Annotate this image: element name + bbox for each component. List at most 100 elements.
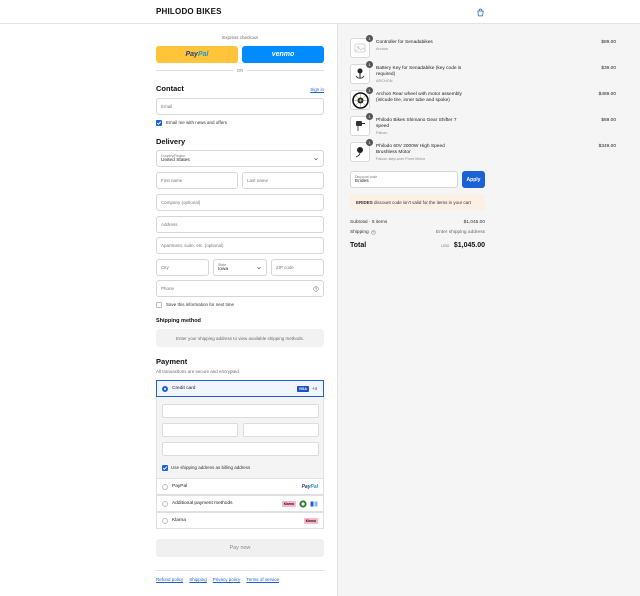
- help-circle-icon[interactable]: [313, 285, 319, 292]
- email-news-checkbox[interactable]: [156, 120, 162, 126]
- divider-line: [247, 70, 324, 71]
- shopping-bag-icon[interactable]: [474, 6, 486, 18]
- terms-of-service-link[interactable]: Terms of service: [246, 577, 279, 582]
- state-value: Iowa: [218, 267, 229, 272]
- refund-policy-link[interactable]: Refund policy: [156, 577, 183, 582]
- quantity-badge: 1: [366, 35, 373, 42]
- venmo-express-button[interactable]: venmo: [242, 46, 324, 63]
- quantity-badge: 1: [366, 61, 373, 68]
- paypal-express-button[interactable]: Pay Pal: [156, 46, 238, 63]
- first-name-field[interactable]: First name: [156, 172, 238, 189]
- klarna-radio[interactable]: [162, 517, 168, 524]
- product-name: Archon Rear wheel with motor assembly (i…: [376, 92, 476, 104]
- city-placeholder: City: [161, 265, 169, 270]
- product-variant: Falcon: [376, 131, 388, 136]
- discount-error-text: discount code isn't valid for the items …: [374, 199, 471, 205]
- company-placeholder: Company (optional): [161, 200, 201, 205]
- shipping-policy-link[interactable]: Shipping: [189, 577, 207, 582]
- additional-methods-radio[interactable]: [162, 500, 168, 507]
- product-title: Philodo 60V 2000W High Speed Brushless M…: [376, 144, 445, 156]
- total-value: $1,045.00: [453, 242, 485, 249]
- first-name-placeholder: First name: [161, 178, 183, 183]
- or-label: OR: [236, 68, 244, 73]
- total-currency: USD: [441, 243, 450, 248]
- credit-card-radio[interactable]: [162, 385, 168, 392]
- product-name: Battery Key for Senadabike (key code is …: [376, 66, 466, 85]
- klarna-logo: Klarna: [303, 517, 318, 524]
- contact-heading: Contact: [156, 84, 184, 93]
- company-field[interactable]: Company (optional): [156, 194, 324, 211]
- sign-in-link[interactable]: Sign in: [310, 87, 324, 92]
- site-header: PHILODO BIKES: [0, 0, 640, 24]
- country-value: United States: [161, 158, 190, 163]
- billing-same-checkbox[interactable]: [162, 465, 168, 471]
- shipping-value: Enter shipping address: [435, 230, 485, 235]
- discount-error-message: ERIDES discount code isn't valid for the…: [350, 194, 485, 210]
- express-checkout-label: Express checkout: [222, 35, 258, 40]
- motor-icon: [355, 147, 363, 158]
- quantity-badge: 1: [366, 139, 373, 146]
- paypal-logo-pal: Pal: [310, 483, 318, 490]
- pay-now-button[interactable]: Pay now: [156, 539, 324, 557]
- divider-line: [156, 70, 233, 71]
- total-row: Total USD $1,045.00: [350, 242, 485, 249]
- phone-field[interactable]: Phone: [156, 280, 324, 297]
- brand-logo[interactable]: PHILODO BIKES: [156, 7, 222, 16]
- chevron-down-icon: [257, 266, 261, 269]
- paypal-pal-text: Pal: [197, 51, 209, 58]
- shipping-label: Shipping: [350, 230, 369, 235]
- chevron-down-icon: [314, 157, 318, 160]
- save-info-checkbox[interactable]: [156, 302, 162, 308]
- gear-shifter-icon: [356, 121, 365, 131]
- total-label: Total: [350, 242, 367, 249]
- last-name-field[interactable]: Last name: [242, 172, 324, 189]
- paypal-option-label: PayPal: [172, 484, 188, 489]
- city-field[interactable]: City: [156, 259, 209, 276]
- email-placeholder: Email: [161, 104, 173, 109]
- apartment-field[interactable]: Apartment, suite, etc. (optional): [156, 237, 324, 254]
- cart-item: 1 Archon Rear wheel with motor assembly …: [350, 87, 616, 114]
- quantity-badge: 1: [366, 87, 373, 94]
- order-summary: 1 Controller for Senadabikes Archon $89.…: [337, 24, 640, 596]
- discount-code-field[interactable]: Discount code Erides: [350, 171, 458, 188]
- cart-item: 1 Philodo 60V 2000W High Speed Brushless…: [350, 139, 616, 166]
- email-field[interactable]: Email: [156, 98, 324, 115]
- zip-field[interactable]: ZIP code: [271, 259, 324, 276]
- subtotal-label: Subtotal · 5 items: [350, 220, 388, 225]
- card-number-field[interactable]: [162, 404, 319, 418]
- quantity-badge: 1: [366, 113, 373, 120]
- help-circle-icon[interactable]: [371, 230, 376, 235]
- credit-card-label: Credit card: [172, 386, 196, 391]
- battery-key-icon: [355, 68, 365, 79]
- additional-methods-option[interactable]: Additional payment methods Klarna: [156, 495, 324, 512]
- last-name-placeholder: Last name: [247, 178, 269, 183]
- subtotal-value: $1,045.00: [463, 220, 485, 225]
- card-cvv-field[interactable]: [243, 423, 319, 437]
- address-field[interactable]: Address: [156, 216, 324, 233]
- zip-placeholder: ZIP code: [276, 265, 294, 270]
- card-details-panel: Use shipping address as billing address: [156, 397, 324, 478]
- product-price: $89.00: [601, 40, 616, 45]
- cart-item: 1 Philodo Bikes Shimano Gear Shifter 7 s…: [350, 113, 616, 140]
- card-expiry-field[interactable]: [162, 423, 238, 437]
- paypal-pay-text: Pay: [185, 51, 198, 58]
- klarna-option[interactable]: Klarna Klarna: [156, 512, 324, 529]
- gift-card-icon: [299, 499, 307, 508]
- card-name-field[interactable]: [162, 442, 319, 456]
- paypal-logo: PayPal: [302, 484, 318, 490]
- product-price: $349.00: [598, 144, 616, 149]
- state-select[interactable]: State Iowa: [213, 259, 267, 276]
- paypal-radio[interactable]: [162, 483, 168, 490]
- billing-same-label: Use shipping address as billing address: [171, 465, 251, 470]
- credit-card-option[interactable]: Credit card VISA +4: [156, 380, 324, 397]
- product-variant: Archon: [376, 47, 389, 52]
- paypal-option[interactable]: PayPal PayPal: [156, 478, 324, 495]
- privacy-policy-link[interactable]: Privacy policy: [213, 577, 241, 582]
- cart-item: 1 Battery Key for Senadabike (key code i…: [350, 61, 616, 88]
- check-icon: [156, 121, 162, 125]
- phone-placeholder: Phone: [161, 286, 175, 291]
- country-select[interactable]: Country/Region United States: [156, 150, 324, 167]
- product-title: Philodo Bikes Shimano Gear Shifter 7 spe…: [376, 118, 457, 130]
- apply-discount-button[interactable]: Apply: [462, 171, 485, 188]
- bank-icon: [310, 501, 318, 506]
